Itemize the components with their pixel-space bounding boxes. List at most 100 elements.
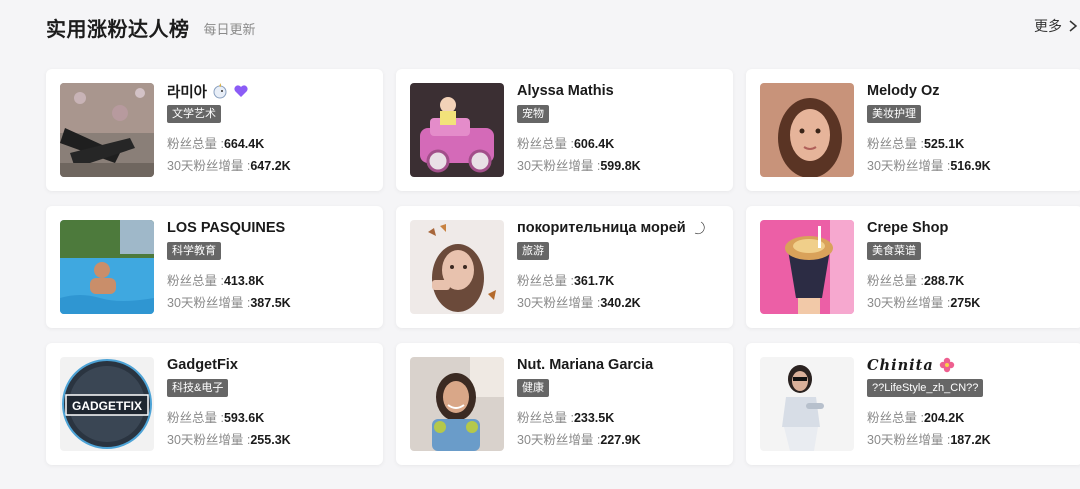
- fans-growth-value: 599.8K: [600, 159, 641, 173]
- influencer-name[interactable]: 𝑪𝒉𝒊𝒏𝒊𝒕𝒂: [867, 357, 934, 374]
- section-subtitle: 每日更新: [203, 21, 256, 37]
- influencer-name[interactable]: 라미아: [167, 81, 207, 102]
- fans-growth: 30天粉丝增量 :647.2K: [167, 158, 375, 174]
- fans-growth: 30天粉丝增量 :599.8K: [517, 158, 725, 174]
- fans-growth-value: 187.2K: [950, 433, 991, 447]
- fans-growth-value: 275K: [950, 296, 981, 310]
- total-fans-label: 粉丝总量 :: [517, 274, 574, 288]
- avatar[interactable]: [410, 220, 504, 314]
- category-tag: 美食菜谱: [867, 242, 921, 260]
- unicorn-icon: [212, 83, 228, 99]
- purple-heart-icon: [233, 83, 249, 99]
- total-fans-value: 593.6K: [223, 411, 265, 425]
- influencer-name[interactable]: LOS PASQUINES: [167, 220, 285, 236]
- fans-growth-value: 255.3K: [250, 433, 291, 447]
- influencer-card[interactable]: GADGETFIX GadgetFix 科技&电子 粉丝总量 :593.6K 3…: [46, 343, 383, 465]
- influencer-card[interactable]: LOS PASQUINES 科学教育 粉丝总量 :413.8K 30天粉丝增量 …: [46, 206, 383, 328]
- fans-growth-value: 387.5K: [250, 296, 291, 310]
- total-fans-value: 413.8K: [223, 274, 265, 288]
- total-fans: 粉丝总量 :593.6K: [167, 410, 375, 426]
- influencer-card[interactable]: Melody Oz 美妆护理 粉丝总量 :525.1K 30天粉丝增量 :516…: [746, 69, 1080, 191]
- influencer-grid: 라미아 文学艺术 粉丝总量 :664.4K 30天粉丝增量 :647.2K Al…: [46, 69, 1080, 465]
- total-fans-label: 粉丝总量 :: [167, 411, 224, 425]
- influencer-name[interactable]: покорительница морей: [517, 220, 686, 236]
- avatar[interactable]: [410, 357, 504, 451]
- total-fans-value: 525.1K: [923, 137, 965, 151]
- influencer-card[interactable]: 라미아 文学艺术 粉丝总量 :664.4K 30天粉丝增量 :647.2K: [46, 69, 383, 191]
- category-tag: 健康: [517, 379, 549, 397]
- avatar[interactable]: [760, 220, 854, 314]
- total-fans-value: 361.7K: [573, 274, 615, 288]
- fans-growth-label: 30天粉丝增量 :: [517, 159, 601, 173]
- influencer-card[interactable]: покорительница морей 旅游 粉丝总量 :361.7K 30天…: [396, 206, 733, 328]
- total-fans-label: 粉丝总量 :: [867, 411, 924, 425]
- more-link[interactable]: 更多: [1034, 16, 1080, 36]
- influencer-card[interactable]: Nut. Mariana Garcia 健康 粉丝总量 :233.5K 30天粉…: [396, 343, 733, 465]
- avatar[interactable]: [60, 220, 154, 314]
- influencer-name[interactable]: Crepe Shop: [867, 220, 948, 236]
- influencer-card[interactable]: 𝑪𝒉𝒊𝒏𝒊𝒕𝒂 ??LifeStyle_zh_CN?? 粉丝总量 :204.2K…: [746, 343, 1080, 465]
- section-title: 实用涨粉达人榜: [46, 18, 190, 41]
- fans-growth: 30天粉丝增量 :340.2K: [517, 295, 725, 311]
- influencer-name[interactable]: Alyssa Mathis: [517, 83, 614, 99]
- fans-growth: 30天粉丝增量 :275K: [867, 295, 1075, 311]
- influencer-name[interactable]: GadgetFix: [167, 357, 238, 373]
- avatar[interactable]: [760, 357, 854, 451]
- total-fans-label: 粉丝总量 :: [867, 274, 924, 288]
- total-fans-label: 粉丝总量 :: [517, 411, 574, 425]
- fans-growth-value: 647.2K: [250, 159, 291, 173]
- fans-growth-label: 30天粉丝增量 :: [867, 159, 951, 173]
- category-tag: 科技&电子: [167, 379, 229, 397]
- total-fans-value: 204.2K: [923, 411, 965, 425]
- influencer-card[interactable]: Alyssa Mathis 宠物 粉丝总量 :606.4K 30天粉丝增量 :5…: [396, 69, 733, 191]
- total-fans-label: 粉丝总量 :: [167, 274, 224, 288]
- fans-growth-label: 30天粉丝增量 :: [517, 433, 601, 447]
- fans-growth-value: 227.9K: [600, 433, 641, 447]
- avatar[interactable]: [760, 83, 854, 177]
- total-fans: 粉丝总量 :525.1K: [867, 136, 1075, 152]
- total-fans-value: 288.7K: [923, 274, 965, 288]
- total-fans-label: 粉丝总量 :: [517, 137, 574, 151]
- total-fans: 粉丝总量 :288.7K: [867, 273, 1075, 289]
- avatar[interactable]: [60, 83, 154, 177]
- total-fans: 粉丝总量 :233.5K: [517, 410, 725, 426]
- category-tag: 美妆护理: [867, 105, 921, 123]
- hibiscus-icon: [939, 357, 955, 373]
- total-fans: 粉丝总量 :361.7K: [517, 273, 725, 289]
- fans-growth: 30天粉丝增量 :255.3K: [167, 432, 375, 448]
- total-fans: 粉丝总量 :664.4K: [167, 136, 375, 152]
- total-fans-label: 粉丝总量 :: [867, 137, 924, 151]
- avatar[interactable]: GADGETFIX: [60, 357, 154, 451]
- influencer-name[interactable]: Melody Oz: [867, 83, 940, 99]
- total-fans-value: 606.4K: [573, 137, 615, 151]
- total-fans-value: 233.5K: [573, 411, 615, 425]
- fans-growth-label: 30天粉丝增量 :: [167, 296, 251, 310]
- chevron-right-icon: [1066, 19, 1080, 33]
- total-fans: 粉丝总量 :606.4K: [517, 136, 725, 152]
- category-tag: 旅游: [517, 242, 549, 260]
- fans-growth-label: 30天粉丝增量 :: [167, 433, 251, 447]
- total-fans: 粉丝总量 :204.2K: [867, 410, 1075, 426]
- fans-growth-label: 30天粉丝增量 :: [867, 433, 951, 447]
- fans-growth-value: 340.2K: [600, 296, 641, 310]
- more-label: 更多: [1034, 18, 1062, 34]
- avatar[interactable]: [410, 83, 504, 177]
- fans-growth-label: 30天粉丝增量 :: [867, 296, 951, 310]
- category-tag: 科学教育: [167, 242, 221, 260]
- total-fans-value: 664.4K: [223, 137, 265, 151]
- influencer-card[interactable]: Crepe Shop 美食菜谱 粉丝总量 :288.7K 30天粉丝增量 :27…: [746, 206, 1080, 328]
- fans-growth: 30天粉丝增量 :187.2K: [867, 432, 1075, 448]
- gadgetfix-logo: GADGETFIX: [72, 399, 142, 413]
- fans-growth-label: 30天粉丝增量 :: [517, 296, 601, 310]
- fans-growth-label: 30天粉丝增量 :: [167, 159, 251, 173]
- category-tag: 文学艺术: [167, 105, 221, 123]
- influencer-name[interactable]: Nut. Mariana Garcia: [517, 357, 653, 373]
- fans-growth: 30天粉丝增量 :516.9K: [867, 158, 1075, 174]
- fans-growth-value: 516.9K: [950, 159, 991, 173]
- total-fans-label: 粉丝总量 :: [167, 137, 224, 151]
- crescent-moon-icon: [691, 220, 707, 236]
- category-tag: ??LifeStyle_zh_CN??: [867, 379, 984, 397]
- category-tag: 宠物: [517, 105, 549, 123]
- fans-growth: 30天粉丝增量 :387.5K: [167, 295, 375, 311]
- total-fans: 粉丝总量 :413.8K: [167, 273, 375, 289]
